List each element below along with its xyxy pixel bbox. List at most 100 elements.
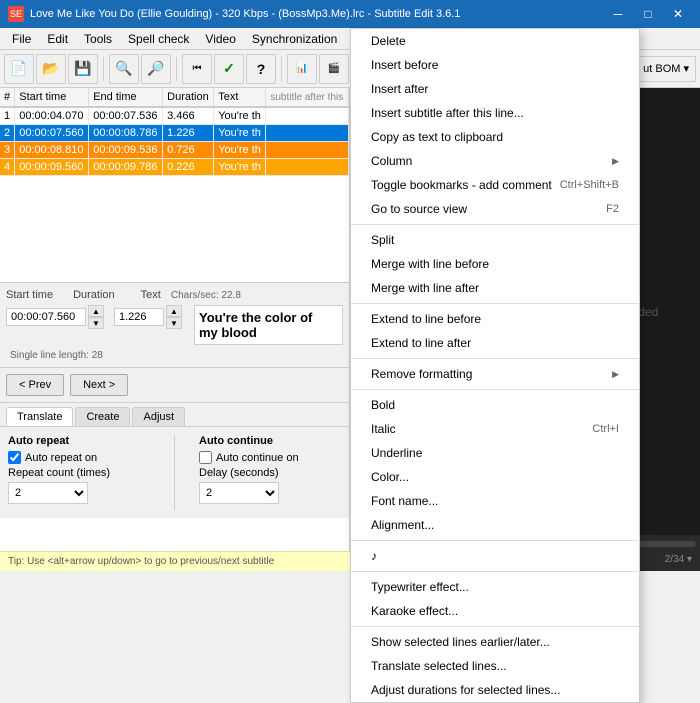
table-row[interactable]: 100:00:04.07000:00:07.5363.466You're th	[0, 107, 349, 125]
bottom-tabs: Translate Create Adjust Auto repeat Auto…	[0, 403, 349, 518]
context-menu-item[interactable]: Translate selected lines...	[351, 654, 639, 678]
find-replace-button[interactable]: 🔎	[141, 54, 171, 84]
context-menu-item[interactable]: Remove formatting	[351, 362, 639, 386]
auto-continue-section: Auto continue Auto continue on Delay (se…	[199, 435, 341, 510]
minimize-button[interactable]: ─	[604, 0, 632, 28]
context-menu-item[interactable]: Bold	[351, 393, 639, 417]
context-menu-item[interactable]: Karaoke effect...	[351, 599, 639, 623]
toolbar-separator-1	[103, 57, 104, 81]
dur-down-btn[interactable]: ▼	[166, 317, 182, 329]
auto-repeat-title: Auto repeat	[8, 435, 150, 447]
col-start: Start time	[15, 88, 89, 107]
single-line-length: Single line length: 28	[10, 350, 103, 361]
context-menu-item[interactable]: Toggle bookmarks - add commentCtrl+Shift…	[351, 173, 639, 197]
menu-spellcheck[interactable]: Spell check	[120, 28, 197, 50]
repeat-count-select[interactable]: 234	[8, 482, 88, 504]
save-button[interactable]: 💾	[68, 54, 98, 84]
context-menu-item[interactable]: Merge with line before	[351, 252, 639, 276]
toolbar-separator-2	[176, 57, 177, 81]
titlebar: SE Love Me Like You Do (Ellie Goulding) …	[0, 0, 700, 28]
context-menu-item[interactable]: Extend to line before	[351, 307, 639, 331]
start-time-input[interactable]	[6, 308, 86, 326]
start-time-spinner[interactable]: ▲ ▼	[88, 305, 104, 329]
context-menu-separator	[351, 224, 639, 225]
text-label: Text	[141, 289, 161, 301]
duration-input[interactable]	[114, 308, 164, 326]
table-row[interactable]: 200:00:07.56000:00:08.7861.226You're th	[0, 125, 349, 142]
auto-continue-label: Auto continue on	[216, 452, 299, 464]
context-menu-separator	[351, 303, 639, 304]
menu-tools[interactable]: Tools	[76, 28, 120, 50]
dur-spinner[interactable]: ▲ ▼	[166, 305, 182, 329]
search-button[interactable]: 🔍	[109, 54, 139, 84]
auto-continue-title: Auto continue	[199, 435, 341, 447]
edit-panel: Start time Duration Text Chars/sec: 22.8…	[0, 283, 349, 368]
bom-dropdown[interactable]: ut BOM ▾	[636, 56, 696, 82]
delay-select[interactable]: 235	[199, 482, 279, 504]
auto-repeat-label: Auto repeat on	[25, 452, 97, 464]
start-up-btn[interactable]: ▲	[88, 305, 104, 317]
start-down-btn[interactable]: ▼	[88, 317, 104, 329]
menu-video[interactable]: Video	[197, 28, 243, 50]
context-menu-item[interactable]: Adjust durations for selected lines...	[351, 678, 639, 702]
prev-button[interactable]: < Prev	[6, 374, 64, 396]
context-menu-item[interactable]: Insert after	[351, 77, 639, 101]
col-subtitle-after: subtitle after this	[266, 88, 349, 107]
delay-label: Delay (seconds)	[199, 467, 341, 479]
dur-up-btn[interactable]: ▲	[166, 305, 182, 317]
context-menu-item[interactable]: Alignment...	[351, 513, 639, 537]
subtitle-text-area[interactable]: You're the color ofmy blood	[194, 305, 343, 345]
auto-continue-checkbox[interactable]	[199, 451, 212, 464]
video-button[interactable]: 🎬	[319, 54, 349, 84]
waveform-button[interactable]: 📊	[287, 54, 317, 84]
context-menu-item[interactable]: Extend to line after	[351, 331, 639, 355]
menu-synchronization[interactable]: Synchronization	[244, 28, 345, 50]
auto-repeat-checkbox[interactable]	[8, 451, 21, 464]
maximize-button[interactable]: □	[634, 0, 662, 28]
left-panel: # Start time End time Duration Text subt…	[0, 88, 350, 571]
context-menu-item[interactable]: Insert subtitle after this line...	[351, 101, 639, 125]
menu-edit[interactable]: Edit	[39, 28, 76, 50]
next-button[interactable]: Next >	[70, 374, 128, 396]
tab-create[interactable]: Create	[75, 407, 130, 426]
context-menu-item[interactable]: ♪	[351, 544, 639, 568]
context-menu-item[interactable]: Typewriter effect...	[351, 575, 639, 599]
tip-bar: Tip: Use <alt+arrow up/down> to go to pr…	[0, 551, 350, 571]
context-menu-item[interactable]: Column	[351, 149, 639, 173]
toolbar-separator-3	[281, 57, 282, 81]
tab-bar: Translate Create Adjust	[0, 403, 349, 427]
context-menu-separator	[351, 389, 639, 390]
open-button[interactable]: 📂	[36, 54, 66, 84]
context-menu-item[interactable]: Show selected lines earlier/later...	[351, 630, 639, 654]
nav-buttons: < Prev Next >	[0, 368, 349, 403]
col-end: End time	[89, 88, 163, 107]
table-row[interactable]: 400:00:09.56000:00:09.7860.226You're th	[0, 159, 349, 176]
subtitle-table: # Start time End time Duration Text subt…	[0, 88, 349, 283]
context-menu-item[interactable]: Font name...	[351, 489, 639, 513]
prev-frame-button[interactable]: ⏮	[182, 54, 212, 84]
col-text: Text	[214, 88, 266, 107]
context-menu-item[interactable]: Go to source viewF2	[351, 197, 639, 221]
context-menu-item[interactable]: Delete	[351, 29, 639, 53]
context-menu-item[interactable]: Copy as text to clipboard	[351, 125, 639, 149]
translate-panel: Auto repeat Auto repeat on Repeat count …	[0, 427, 349, 518]
context-menu-item[interactable]: Color...	[351, 465, 639, 489]
context-menu-item[interactable]: Underline	[351, 441, 639, 465]
window-controls: ─ □ ✕	[604, 0, 692, 28]
help-button[interactable]: ?	[246, 54, 276, 84]
app-icon: SE	[8, 6, 24, 22]
col-num: #	[0, 88, 15, 107]
tab-adjust[interactable]: Adjust	[132, 407, 185, 426]
context-menu-item[interactable]: Insert before	[351, 53, 639, 77]
table-row[interactable]: 300:00:08.81000:00:09.5360.726You're th	[0, 142, 349, 159]
spell-button[interactable]: ✓	[214, 54, 244, 84]
context-menu-item[interactable]: Merge with line after	[351, 276, 639, 300]
menu-file[interactable]: File	[4, 28, 39, 50]
new-button[interactable]: 📄	[4, 54, 34, 84]
close-button[interactable]: ✕	[664, 0, 692, 28]
tab-translate[interactable]: Translate	[6, 407, 73, 426]
context-menu-item[interactable]: Split	[351, 228, 639, 252]
context-menu-separator	[351, 540, 639, 541]
context-menu-separator	[351, 626, 639, 627]
context-menu-item[interactable]: ItalicCtrl+I	[351, 417, 639, 441]
